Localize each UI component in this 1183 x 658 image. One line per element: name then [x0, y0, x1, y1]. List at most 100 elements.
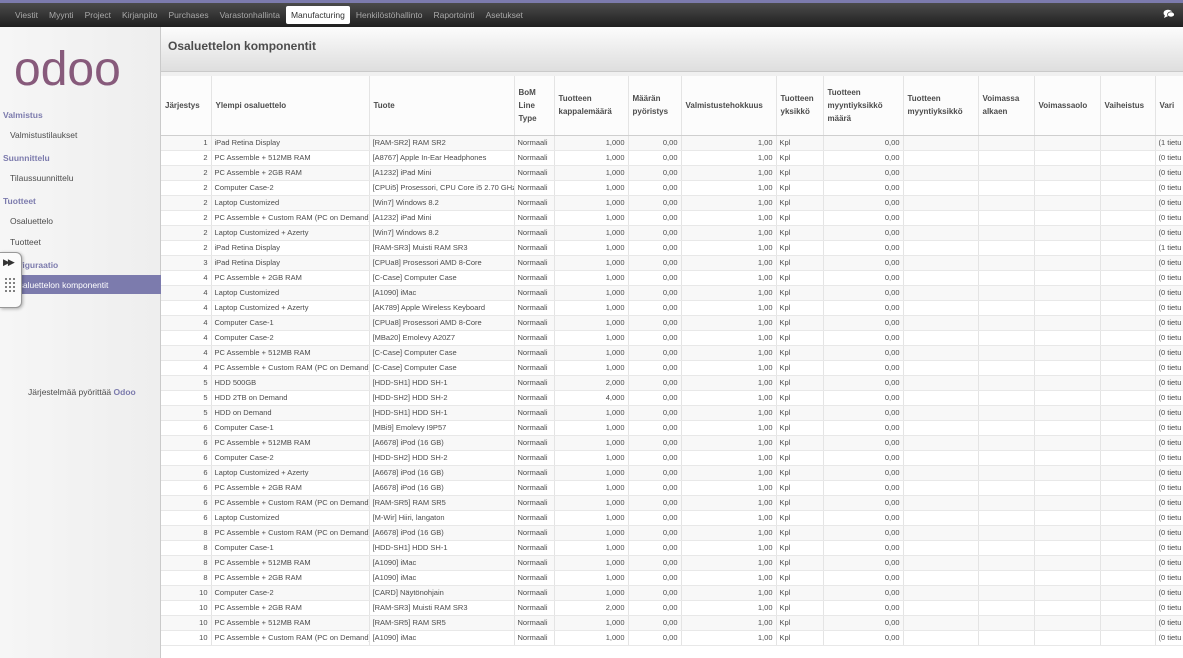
table-cell: 1,00	[680, 510, 776, 526]
table-row[interactable]: 3 iPad Retina Display [CPUa8] Prosessori A…	[161, 255, 1183, 271]
table-row[interactable]: 6 Computer Case-2 [HDD-SH2] HDD SH-2 Normaa…	[161, 450, 1183, 466]
column-header[interactable]: Järjestys	[161, 76, 211, 136]
table-row[interactable]: 6 PC Assemble + 512MB RAM [A6678] iPod (16…	[161, 435, 1183, 451]
sidebar-item-tuotteet[interactable]: Tuotteet	[10, 237, 41, 247]
table-row[interactable]: 2 PC Assemble + Custom RAM (PC on Demand)…	[161, 210, 1183, 226]
table-row[interactable]: 10 PC Assemble + Custom RAM (PC on Demand…	[161, 630, 1183, 646]
table-row[interactable]: 10 PC Assemble + 2GB RAM [RAM-SR3] Muisti …	[161, 600, 1183, 616]
table-cell: 5	[161, 405, 211, 421]
top-menu-item-manufacturing[interactable]: Manufacturing	[285, 6, 350, 24]
table-cell: 0,00	[822, 150, 903, 166]
table-cell: 0,00	[822, 585, 903, 601]
table-row[interactable]: 5 HDD 2TB on Demand [HDD-SH2] HDD SH-2 Norm…	[161, 390, 1183, 406]
table-row[interactable]: 2 iPad Retina Display [RAM-SR3] Muisti RAM…	[161, 240, 1183, 256]
table-cell: 2	[161, 165, 211, 181]
table-row[interactable]: 6 Laptop Customized [M-Wir] Hiiri, langato…	[161, 510, 1183, 526]
table-cell: Normaali	[513, 375, 554, 391]
table-row[interactable]: 6 PC Assemble + Custom RAM (PC on Demand)…	[161, 495, 1183, 511]
top-menu-item-kirjanpito[interactable]: Kirjanpito	[117, 6, 162, 24]
table-row[interactable]: 6 PC Assemble + 2GB RAM [A6678] iPod (16 G…	[161, 480, 1183, 496]
column-header[interactable]: Vari	[1154, 76, 1183, 136]
column-header[interactable]: Tuotteen kappalemäärä	[553, 76, 628, 136]
table-row[interactable]: 2 Laptop Customized [Win7] Windows 8.2 Norm…	[161, 195, 1183, 211]
table-row[interactable]: 5 HDD 500GB [HDD-SH1] HDD SH-1 Normaali 2,00…	[161, 375, 1183, 391]
table-cell: 1,000	[553, 255, 628, 271]
table-cell	[1099, 195, 1155, 211]
table-cell: 1,000	[553, 330, 628, 346]
top-menu-item-purchases[interactable]: Purchases	[163, 6, 213, 24]
table-cell: Normaali	[513, 555, 554, 571]
table-row[interactable]: 2 Laptop Customized + Azerty [Win7] Window…	[161, 225, 1183, 241]
table-row[interactable]: 6 Computer Case-1 [MBi9] Emolevy I9P57 Norm…	[161, 420, 1183, 436]
column-header[interactable]: Määrän pyöristys	[627, 76, 681, 136]
table-cell: Kpl	[775, 405, 823, 421]
table-row[interactable]: 8 PC Assemble + 2GB RAM [A1090] iMac Normaa…	[161, 570, 1183, 586]
column-header[interactable]: Tuote	[368, 76, 514, 136]
table-row[interactable]: 10 Computer Case-2 [CARD] Näytönohjain Norm…	[161, 585, 1183, 601]
column-header[interactable]: Voimassa alkaen	[977, 76, 1034, 136]
table-row[interactable]: 2 PC Assemble + 512MB RAM [A8767] Apple In…	[161, 150, 1183, 166]
table-row[interactable]: 4 Laptop Customized [A1090] iMac Normaali 1,…	[161, 285, 1183, 301]
table-cell: [HDD-SH2] HDD SH-2	[368, 450, 514, 466]
table-cell	[1033, 195, 1100, 211]
column-header[interactable]: Vaiheistus	[1099, 76, 1155, 136]
column-header[interactable]: BoM Line Type	[513, 76, 554, 136]
table-cell: 4	[161, 330, 211, 346]
top-menu-item-viestit[interactable]: Viestit	[10, 6, 43, 24]
column-header[interactable]: Valmistustehokkuus	[680, 76, 776, 136]
column-header[interactable]: Voimassaolo	[1033, 76, 1100, 136]
sidebar-item-osaluettelo[interactable]: Osaluettelo	[10, 216, 53, 226]
table-cell: 6	[161, 435, 211, 451]
table-cell	[902, 315, 978, 331]
table-cell: Normaali	[513, 495, 554, 511]
table-row[interactable]: 4 Computer Case-1 [CPUa8] Prosessori AMD 8…	[161, 315, 1183, 331]
table-row[interactable]: 2 Computer Case-2 [CPUi5] Prosessori, CPU …	[161, 180, 1183, 196]
table-cell: 1,000	[553, 615, 628, 631]
table-row[interactable]: 2 PC Assemble + 2GB RAM [A1232] iPad Mini N…	[161, 165, 1183, 181]
table-row[interactable]: 5 HDD on Demand [HDD-SH1] HDD SH-1 Normaali…	[161, 405, 1183, 421]
column-header[interactable]: Tuotteen myyntiyksikkö määrä	[822, 76, 903, 136]
table-row[interactable]: 8 Computer Case-1 [HDD-SH1] HDD SH-1 Normaa…	[161, 540, 1183, 556]
top-menu-item-project[interactable]: Project	[80, 6, 116, 24]
table-cell: 0,00	[627, 510, 681, 526]
table-cell	[902, 225, 978, 241]
table-cell	[902, 615, 978, 631]
table-row[interactable]: 4 Laptop Customized + Azerty [AK789] Apple…	[161, 300, 1183, 316]
table-cell: Kpl	[775, 165, 823, 181]
column-header[interactable]: Tuotteen yksikkö	[775, 76, 823, 136]
odoo-link[interactable]: Odoo	[114, 387, 136, 397]
table-cell: [M-Wir] Hiiri, langaton	[368, 510, 514, 526]
top-menu-item-asetukset[interactable]: Asetukset	[481, 6, 528, 24]
table-cell	[902, 480, 978, 496]
table-row[interactable]: 4 PC Assemble + 512MB RAM [C-Case] Compute…	[161, 345, 1183, 361]
column-header[interactable]: Tuotteen myyntiyksikkö	[902, 76, 978, 136]
top-menu-item-raportointi[interactable]: Raportointi	[428, 6, 479, 24]
table-cell: Normaali	[513, 300, 554, 316]
table-row[interactable]: 8 PC Assemble + Custom RAM (PC on Demand)…	[161, 525, 1183, 541]
table-row[interactable]: 10 PC Assemble + 512MB RAM [RAM-SR5] RAM S…	[161, 615, 1183, 631]
table-row[interactable]: 4 Computer Case-2 [MBa20] Emolevy A20Z7 Nor…	[161, 330, 1183, 346]
table-cell: 3	[161, 255, 211, 271]
top-menu-item-varastonhallinta[interactable]: Varastonhallinta	[215, 6, 285, 24]
table-row[interactable]: 4 PC Assemble + 2GB RAM [C-Case] Computer …	[161, 270, 1183, 286]
top-menu-item-henkilöstöhallinto[interactable]: Henkilöstöhallinto	[351, 6, 428, 24]
table-row[interactable]: 6 Laptop Customized + Azerty [A6678] iPod …	[161, 465, 1183, 481]
table-cell	[1033, 555, 1100, 571]
table-cell: 1,000	[553, 450, 628, 466]
column-header[interactable]: Ylempi osaluettelo	[210, 76, 369, 136]
table-cell: 0,00	[822, 600, 903, 616]
sidebar-item-tilaussuunnittelu[interactable]: Tilaussuunnittelu	[10, 173, 73, 183]
sidebar-item-valmistustilaukset[interactable]: Valmistustilaukset	[10, 130, 77, 140]
sidebar-item-osaluettelon-komponentit[interactable]: Osaluettelon komponentit	[0, 275, 161, 294]
table-row[interactable]: 4 PC Assemble + Custom RAM (PC on Demand)…	[161, 360, 1183, 376]
chat-icon[interactable]	[1163, 9, 1175, 19]
table-cell	[902, 540, 978, 556]
table-cell: Kpl	[775, 315, 823, 331]
table-row[interactable]: 8 PC Assemble + 512MB RAM [A1090] iMac Norm…	[161, 555, 1183, 571]
sidebar-toggle[interactable]: ▶▶	[0, 252, 22, 308]
table-row[interactable]: 1 iPad Retina Display [RAM-SR2] RAM SR2 Nor…	[161, 135, 1183, 151]
table-cell: 1,00	[680, 495, 776, 511]
top-menu-item-myynti[interactable]: Myynti	[44, 6, 79, 24]
table-cell: PC Assemble + 2GB RAM	[210, 270, 369, 286]
table-cell: 2	[161, 210, 211, 226]
